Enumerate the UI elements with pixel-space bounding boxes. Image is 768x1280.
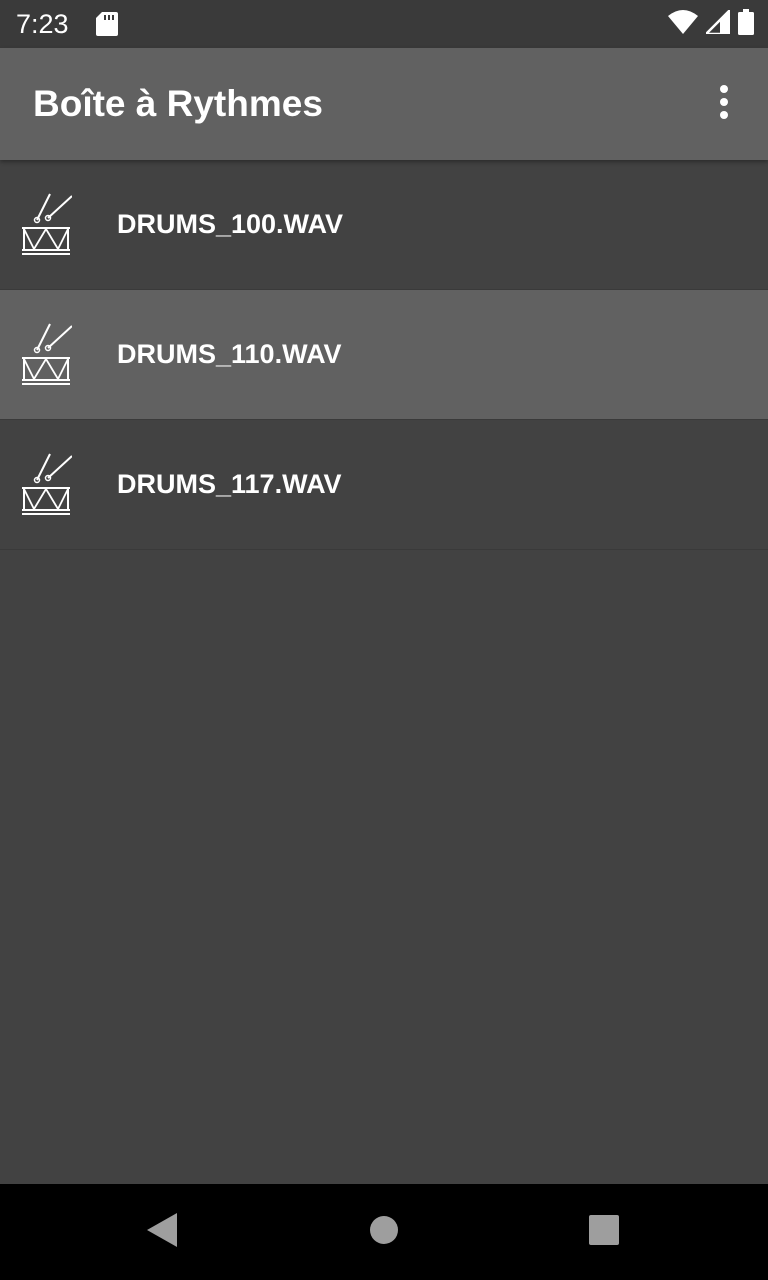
drum-icon: [20, 322, 73, 386]
list-item-label: DRUMS_110.WAV: [117, 339, 342, 369]
list-item[interactable]: DRUMS_117.WAV: [0, 420, 768, 550]
drum-icon: [20, 452, 73, 516]
more-vert-icon: [719, 84, 729, 124]
back-icon: [147, 1212, 177, 1252]
battery-icon: [738, 8, 754, 40]
app-bar: Boîte à Rythmes: [0, 48, 768, 160]
sd-card-icon: [96, 12, 118, 36]
drum-icon: [20, 192, 73, 256]
status-bar: 7:23: [0, 0, 768, 48]
status-time: 7:23: [16, 9, 69, 39]
app-title: Boîte à Rythmes: [33, 83, 323, 124]
back-button[interactable]: [130, 1200, 194, 1264]
wifi-icon: [668, 9, 698, 39]
home-button[interactable]: [352, 1200, 416, 1264]
list-item[interactable]: DRUMS_110.WAV: [0, 290, 768, 420]
recents-button[interactable]: [572, 1200, 636, 1264]
navigation-bar: [0, 1184, 768, 1280]
screen: 7:23 Boîte à Rythmes DRUMS_100.WAV DRUMS…: [0, 0, 768, 1280]
list-item-label: DRUMS_117.WAV: [117, 469, 342, 499]
file-list: DRUMS_100.WAV DRUMS_110.WAV DRUMS_117.WA…: [0, 160, 768, 550]
overflow-menu-button[interactable]: [700, 82, 748, 126]
list-item-label: DRUMS_100.WAV: [117, 209, 344, 239]
list-item[interactable]: DRUMS_100.WAV: [0, 160, 768, 290]
status-icons: [668, 6, 754, 40]
recents-icon: [589, 1214, 619, 1250]
home-icon: [369, 1215, 399, 1250]
signal-icon: [702, 6, 732, 39]
